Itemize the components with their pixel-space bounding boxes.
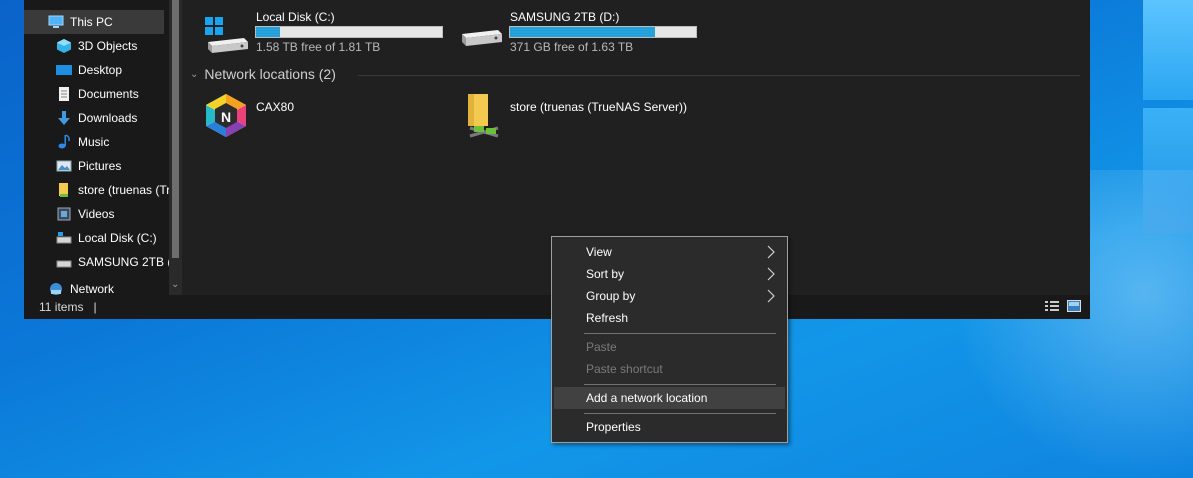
pictures-icon: [56, 158, 72, 174]
group-divider: [358, 75, 1080, 76]
drive-icon: [56, 230, 72, 246]
nav-item-label: Music: [78, 135, 110, 149]
folder-icon: [56, 182, 72, 198]
nav-item-label: store (truenas (Tr: [78, 183, 171, 197]
menu-item-label: View: [586, 245, 612, 259]
network-folder-icon: [458, 92, 506, 143]
large-icons-view-icon[interactable]: [1067, 300, 1081, 312]
drive-free-space: 1.58 TB free of 1.81 TB: [256, 40, 381, 54]
nav-item-label: Desktop: [78, 63, 123, 77]
menu-separator: [584, 384, 776, 385]
nav-item-label: Network: [70, 282, 115, 295]
nav-item-videos[interactable]: Videos: [24, 202, 182, 226]
nav-item-label: 3D Objects: [78, 39, 138, 53]
chevron-right-icon: [767, 267, 775, 281]
navigation-pane: This PC 3D Objects Desktop Documents Dow…: [24, 0, 182, 295]
nav-item-pictures[interactable]: Pictures: [24, 154, 182, 178]
menu-item-label: Paste shortcut: [586, 362, 663, 376]
drive-free-space: 371 GB free of 1.63 TB: [510, 40, 634, 54]
drive-icon: [458, 24, 504, 57]
nav-item-network[interactable]: Network: [24, 281, 182, 295]
context-menu: View Sort by Group by Refresh Paste Past…: [551, 236, 788, 443]
computer-icon: [48, 14, 64, 30]
chevron-right-icon: [767, 289, 775, 303]
nav-item-music[interactable]: Music: [24, 130, 182, 154]
nav-item-store-truenas[interactable]: store (truenas (Tr: [24, 178, 182, 202]
nav-item-label: This PC: [70, 15, 113, 29]
chevron-down-icon: ⌄: [190, 68, 199, 80]
nav-item-label: Downloads: [78, 111, 138, 125]
drive-name: Local Disk (C:): [256, 10, 335, 24]
videos-icon: [56, 206, 72, 222]
menu-separator: [584, 333, 776, 334]
group-header-label: Network locations (2): [204, 66, 336, 82]
drive-usage-fill: [510, 27, 656, 37]
details-view-icon[interactable]: [1045, 300, 1059, 312]
drive-icon: [56, 254, 72, 270]
nav-item-local-disk[interactable]: Local Disk (C:): [24, 226, 182, 250]
nav-item-desktop[interactable]: Desktop: [24, 58, 182, 82]
chevron-right-icon: [767, 245, 775, 259]
menu-item-label: Refresh: [586, 311, 629, 325]
menu-item-label: Paste: [586, 340, 617, 354]
document-icon: [56, 86, 72, 102]
menu-item-add-network-location[interactable]: Add a network location: [554, 387, 785, 409]
cube-icon: [56, 38, 72, 54]
nav-item-label: Local Disk (C:): [78, 231, 157, 245]
router-hex-icon: N: [202, 92, 250, 141]
download-icon: [56, 110, 72, 126]
nav-item-documents[interactable]: Documents: [24, 82, 182, 106]
drive-usage-bar: [509, 26, 697, 38]
menu-item-group-by[interactable]: Group by: [554, 285, 785, 307]
menu-item-view[interactable]: View: [554, 241, 785, 263]
nav-item-this-pc[interactable]: This PC: [24, 10, 164, 34]
nav-scrollbar[interactable]: ⌄: [169, 0, 182, 295]
desktop-logo-pane-top: [1143, 0, 1193, 100]
svg-text:N: N: [221, 109, 231, 125]
nav-item-label: Documents: [78, 87, 139, 101]
network-icon: [48, 281, 64, 295]
menu-separator: [584, 413, 776, 414]
nav-scrollbar-thumb[interactable]: [172, 0, 179, 258]
menu-item-paste-shortcut: Paste shortcut: [554, 358, 785, 380]
network-item-name: CAX80: [256, 100, 295, 114]
menu-item-refresh[interactable]: Refresh: [554, 307, 785, 329]
music-icon: [56, 134, 72, 150]
group-header-network-locations[interactable]: ⌄ Network locations (2): [190, 66, 336, 82]
nav-item-samsung-2tb[interactable]: SAMSUNG 2TB (: [24, 250, 182, 274]
desktop-icon: [56, 62, 72, 78]
nav-item-label: SAMSUNG 2TB (: [78, 255, 172, 269]
network-item-name: store (truenas (TrueNAS Server)): [510, 100, 687, 114]
menu-item-paste: Paste: [554, 336, 785, 358]
nav-item-label: Pictures: [78, 159, 122, 173]
menu-item-label: Group by: [586, 289, 636, 303]
item-count: 11 items: [39, 300, 84, 314]
chevron-down-icon[interactable]: ⌄: [171, 280, 179, 290]
windows-drive-icon: [204, 16, 250, 57]
nav-item-downloads[interactable]: Downloads: [24, 106, 182, 130]
drive-usage-bar: [255, 26, 443, 38]
menu-item-label: Sort by: [586, 267, 625, 281]
menu-item-label: Add a network location: [586, 391, 708, 405]
drive-name: SAMSUNG 2TB (D:): [510, 10, 620, 24]
menu-item-label: Properties: [586, 420, 641, 434]
drive-usage-fill: [256, 27, 281, 37]
nav-item-3d-objects[interactable]: 3D Objects: [24, 34, 182, 58]
status-separator: |: [93, 300, 97, 314]
menu-item-properties[interactable]: Properties: [554, 416, 785, 438]
menu-item-sort-by[interactable]: Sort by: [554, 263, 785, 285]
nav-item-label: Videos: [78, 207, 115, 221]
